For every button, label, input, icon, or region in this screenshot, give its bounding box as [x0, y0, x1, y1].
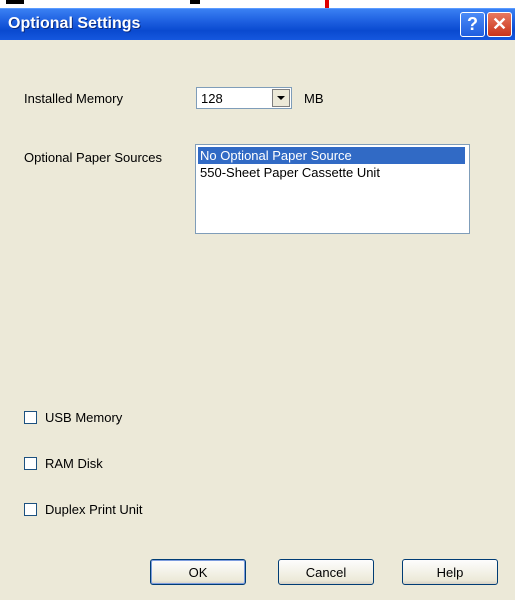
paper-sources-listbox[interactable]: No Optional Paper Source 550-Sheet Paper… [195, 144, 470, 234]
top-strip [0, 0, 515, 8]
ok-button-label: OK [188, 564, 208, 580]
list-item[interactable]: No Optional Paper Source [198, 147, 465, 164]
ok-button[interactable]: OK [150, 559, 246, 585]
help-button-label: Help [436, 564, 464, 580]
ram-disk-label: RAM Disk [45, 456, 103, 471]
chevron-down-icon[interactable] [272, 89, 290, 107]
list-item[interactable]: 550-Sheet Paper Cassette Unit [198, 164, 465, 181]
installed-memory-value: 128 [201, 91, 223, 106]
usb-memory-checkbox[interactable] [24, 411, 37, 424]
close-icon: ✕ [491, 14, 508, 34]
installed-memory-select[interactable]: 128 [196, 87, 292, 109]
ram-disk-checkbox[interactable] [24, 457, 37, 470]
question-icon: ? [467, 14, 478, 34]
memory-unit-label: MB [304, 91, 324, 106]
installed-memory-label: Installed Memory [24, 91, 123, 106]
cancel-button[interactable]: Cancel [278, 559, 374, 585]
top-strip-mark [6, 0, 24, 4]
title-bar[interactable]: Optional Settings ? ✕ [0, 8, 515, 40]
window-title: Optional Settings [8, 15, 141, 32]
optional-paper-sources-label: Optional Paper Sources [24, 150, 163, 165]
usb-memory-label: USB Memory [45, 410, 123, 425]
top-strip-red-mark [325, 0, 329, 8]
close-button[interactable]: ✕ [487, 12, 512, 37]
top-strip-mark [190, 0, 200, 4]
duplex-print-unit-checkbox[interactable] [24, 503, 37, 516]
help-title-button[interactable]: ? [460, 12, 485, 37]
cancel-button-label: Cancel [305, 564, 347, 580]
duplex-print-unit-label: Duplex Print Unit [45, 502, 143, 517]
help-button[interactable]: Help [402, 559, 498, 585]
